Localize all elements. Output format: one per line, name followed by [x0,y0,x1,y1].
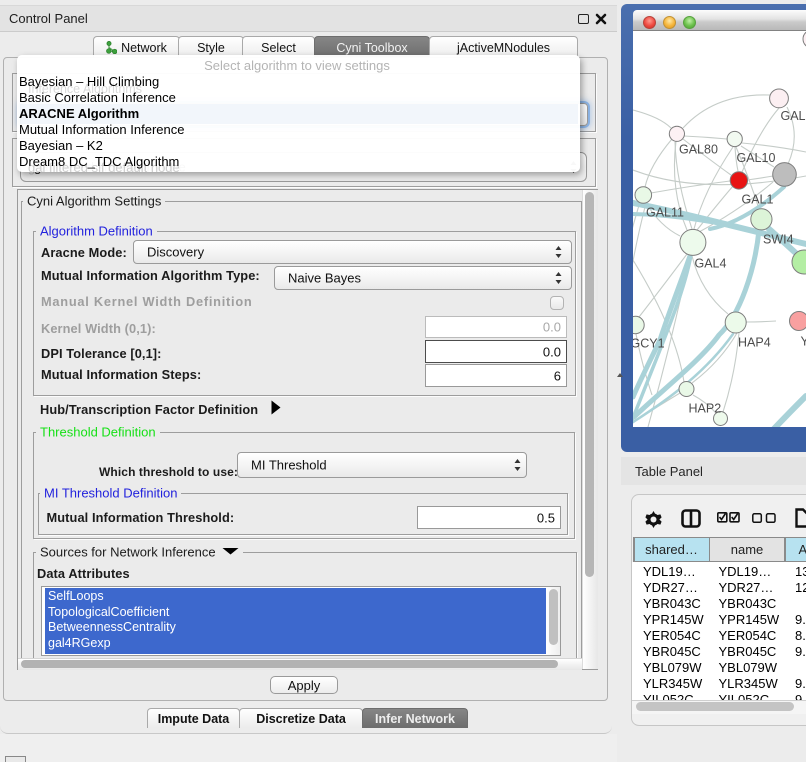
svg-text:GAL80: GAL80 [679,143,718,157]
svg-text:HAP2: HAP2 [689,402,722,416]
svg-text:GAL1: GAL1 [742,193,774,207]
svg-text:GAL11: GAL11 [646,206,684,220]
svg-text:GAL10: GAL10 [737,151,776,165]
svg-text:HAP4: HAP4 [738,336,771,350]
svg-text:Y: Y [801,335,806,349]
svg-text:GCY1: GCY1 [633,337,665,351]
svg-text:GAL4: GAL4 [695,257,727,271]
svg-text:GAL2: GAL2 [781,109,806,123]
svg-text:SWI4: SWI4 [763,233,794,247]
